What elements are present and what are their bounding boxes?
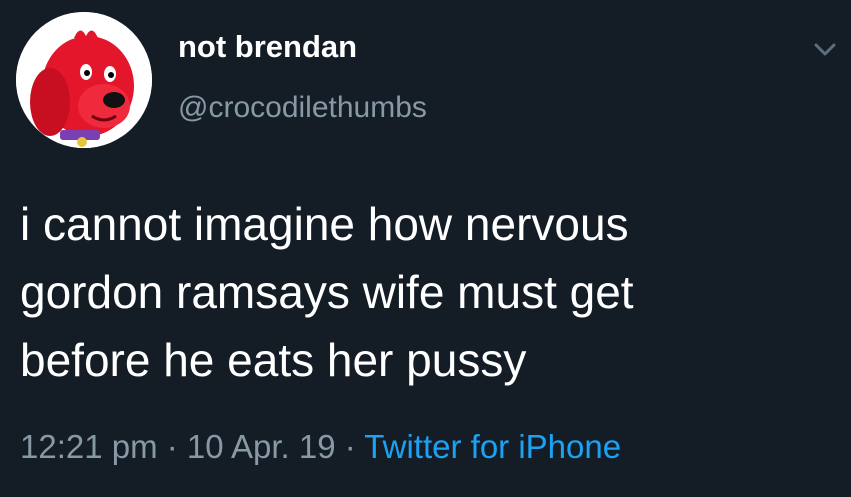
meta-separator: · bbox=[157, 428, 187, 465]
tweet-card: not brendan @crocodilethumbs i cannot im… bbox=[0, 0, 851, 497]
tweet-date[interactable]: 10 Apr. 19 bbox=[187, 428, 336, 465]
tweet-time[interactable]: 12:21 pm bbox=[20, 428, 158, 465]
chevron-down-icon[interactable] bbox=[810, 34, 840, 64]
tweet-text-line: before he eats her pussy bbox=[20, 334, 527, 386]
tweet-text-line: i cannot imagine how nervous bbox=[20, 198, 629, 250]
tweet-source-link[interactable]: Twitter for iPhone bbox=[364, 428, 621, 465]
clifford-dog-icon bbox=[16, 12, 152, 148]
avatar[interactable] bbox=[16, 12, 152, 148]
tweet-text-line: gordon ramsays wife must get bbox=[20, 266, 634, 318]
tweet-meta: 12:21 pm · 10 Apr. 19 · Twitter for iPho… bbox=[20, 430, 621, 463]
display-name[interactable]: not brendan bbox=[178, 31, 357, 62]
tweet-text: i cannot imagine how nervous gordon rams… bbox=[20, 190, 840, 394]
user-handle[interactable]: @crocodilethumbs bbox=[178, 93, 427, 123]
meta-separator: · bbox=[335, 428, 365, 465]
